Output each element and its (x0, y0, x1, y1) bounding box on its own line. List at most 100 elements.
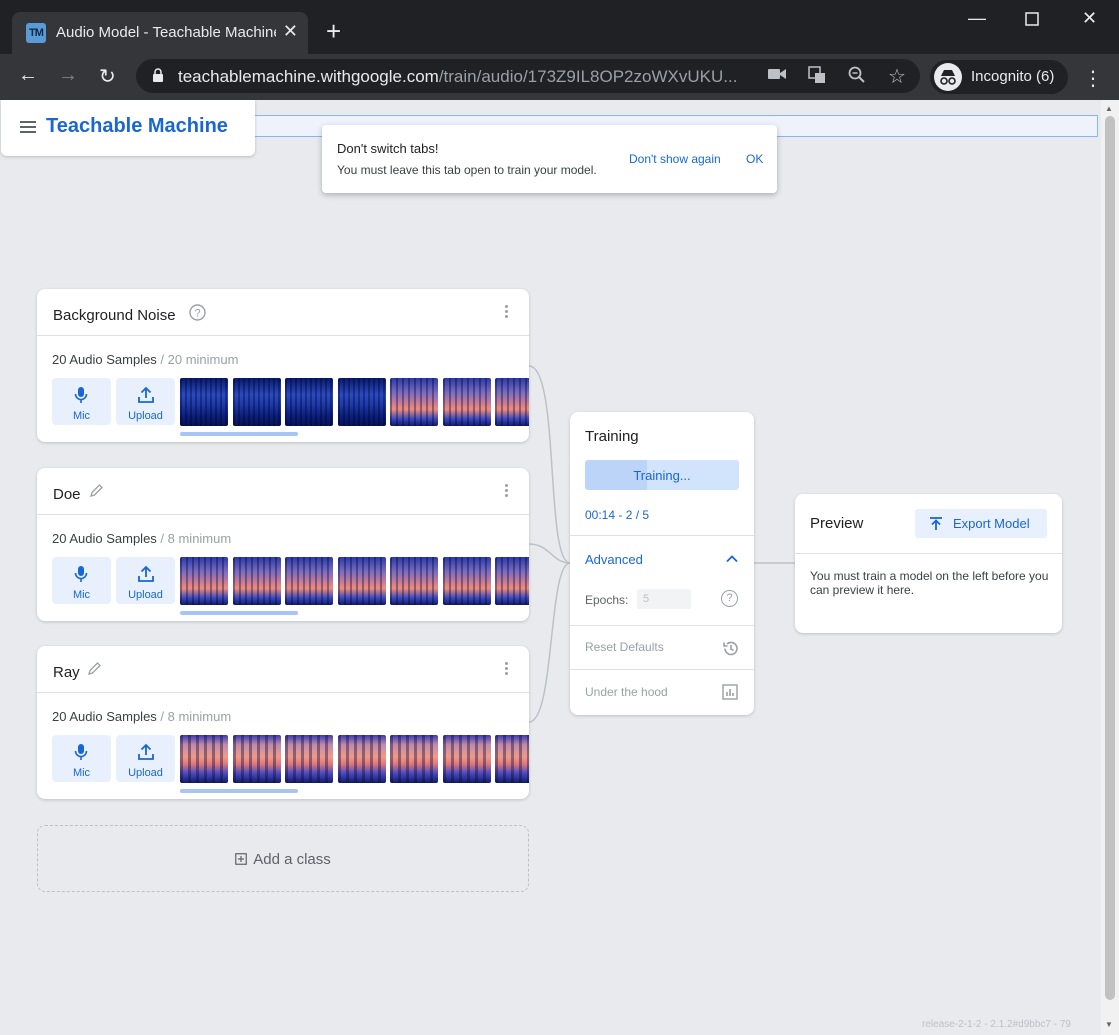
scrollbar-thumb[interactable] (1105, 116, 1115, 1000)
upload-button[interactable]: Upload (116, 378, 175, 425)
mic-icon (74, 387, 88, 403)
bookmark-star-icon[interactable]: ☆ (888, 64, 906, 89)
tab-close-icon[interactable]: ✕ (283, 21, 298, 42)
class-name[interactable]: Doe (53, 486, 81, 503)
sample-thumbnail[interactable] (390, 557, 438, 605)
maximize-icon[interactable] (1025, 10, 1039, 31)
sample-thumbnail[interactable] (338, 378, 386, 426)
page-canvas: Teachable Machine Don't switch tabs! You… (0, 100, 1101, 1035)
export-icon (930, 517, 942, 530)
sample-thumbnails (180, 735, 529, 783)
sample-thumbnail[interactable] (233, 557, 281, 605)
add-class-button[interactable]: Add a class (37, 825, 529, 892)
reload-icon[interactable]: ↻ (99, 64, 116, 89)
sample-thumbnail[interactable] (443, 557, 491, 605)
sample-thumbnail[interactable] (233, 735, 281, 783)
sample-thumbnail[interactable] (495, 735, 529, 783)
forward-icon[interactable]: → (58, 64, 78, 87)
upload-icon (138, 565, 154, 582)
upload-label: Upload (128, 410, 163, 422)
page-scrollbar[interactable]: ▲ ▼ (1101, 100, 1119, 1035)
sample-thumbnail[interactable] (443, 378, 491, 426)
training-time-epoch: 00:14 - 2 / 5 (585, 508, 650, 522)
under-the-hood-button[interactable]: Under the hood (585, 685, 668, 699)
sample-thumbnail[interactable] (338, 735, 386, 783)
sample-thumbnail[interactable] (180, 735, 228, 783)
class-options-menu-icon[interactable] (505, 305, 509, 319)
release-version: release-2-1-2 - 2.1.2#d9bbc7 - 79 (922, 1019, 1071, 1030)
sample-thumbnail[interactable] (390, 378, 438, 426)
thumbnail-scroll-indicator[interactable] (180, 611, 298, 615)
samples-count: 20 Audio Samples / 8 minimum (52, 531, 232, 546)
preview-title: Preview (810, 515, 864, 532)
sample-thumbnail[interactable] (495, 557, 529, 605)
new-tab-icon[interactable]: + (326, 18, 341, 44)
upload-button[interactable]: Upload (116, 735, 175, 782)
browser-tab[interactable]: TM Audio Model - Teachable Machine ✕ (12, 12, 308, 54)
class-name[interactable]: Ray (53, 664, 80, 681)
minimize-icon[interactable]: — (968, 8, 986, 29)
close-window-icon[interactable]: ✕ (1082, 8, 1097, 29)
scroll-down-icon[interactable]: ▼ (1105, 1020, 1113, 1029)
browser-menu-icon[interactable]: ⋮ (1083, 66, 1103, 91)
train-model-button[interactable]: Training... (585, 460, 739, 490)
upload-icon (138, 743, 154, 760)
divider (795, 553, 1062, 554)
incognito-profile-button[interactable]: Incognito (6) (930, 60, 1068, 94)
teachable-machine-favicon-icon: TM (26, 23, 46, 43)
mic-label: Mic (72, 589, 91, 601)
sample-thumbnail[interactable] (285, 378, 333, 426)
training-panel: Training Training... 00:14 - 2 / 5 Advan… (570, 412, 754, 715)
thumbnail-scroll-indicator[interactable] (180, 432, 298, 436)
upload-button[interactable]: Upload (116, 557, 175, 604)
preview-message: You must train a model on the left befor… (810, 569, 1049, 597)
class-card-doe: Doe 20 Audio Samples / 8 minimum Mic Upl… (37, 468, 529, 621)
sample-thumbnail[interactable] (285, 735, 333, 783)
class-name: Background Noise (53, 307, 176, 324)
url-text: teachablemachine.withgoogle.com/train/au… (178, 67, 738, 86)
class-options-menu-icon[interactable] (505, 484, 509, 498)
sample-thumbnails (180, 557, 529, 605)
epochs-label: Epochs: (585, 593, 629, 607)
help-icon[interactable]: ? (189, 304, 206, 325)
address-bar[interactable]: teachablemachine.withgoogle.com/train/au… (136, 59, 920, 93)
mic-button[interactable]: Mic (52, 378, 111, 425)
add-box-icon (235, 852, 248, 869)
back-icon[interactable]: ← (18, 64, 38, 87)
export-model-button[interactable]: Export Model (915, 509, 1047, 538)
bar-chart-icon[interactable] (722, 684, 738, 703)
sample-thumbnail[interactable] (443, 735, 491, 783)
epochs-input[interactable]: 5 (637, 589, 691, 609)
sample-thumbnail[interactable] (233, 378, 281, 426)
class-card-header: Background Noise ? (37, 289, 529, 336)
sample-thumbnail[interactable] (495, 378, 529, 426)
sample-thumbnail[interactable] (338, 557, 386, 605)
mic-button[interactable]: Mic (52, 735, 111, 782)
sample-thumbnail[interactable] (180, 378, 228, 426)
samples-count: 20 Audio Samples / 8 minimum (52, 709, 232, 724)
chevron-up-icon[interactable] (725, 552, 739, 566)
lock-icon (153, 68, 163, 82)
divider (570, 625, 754, 626)
mic-label: Mic (72, 410, 91, 422)
reset-defaults-button[interactable]: Reset Defaults (585, 640, 664, 654)
edit-pencil-icon[interactable] (89, 483, 104, 502)
zoom-out-icon[interactable] (848, 66, 866, 89)
epochs-help-icon[interactable]: ? (721, 590, 738, 607)
sample-thumbnail[interactable] (390, 735, 438, 783)
edit-pencil-icon[interactable] (87, 661, 102, 680)
mic-icon (74, 566, 88, 582)
export-model-label: Export Model (953, 516, 1030, 531)
sample-thumbnail[interactable] (180, 557, 228, 605)
samples-count: 20 Audio Samples / 20 minimum (52, 352, 239, 367)
sample-thumbnail[interactable] (285, 557, 333, 605)
camera-blocked-icon[interactable] (768, 66, 786, 86)
class-options-menu-icon[interactable] (505, 662, 509, 676)
divider (570, 535, 754, 536)
mic-button[interactable]: Mic (52, 557, 111, 604)
history-icon[interactable] (722, 640, 739, 660)
thumbnail-scroll-indicator[interactable] (180, 789, 298, 793)
translate-icon[interactable] (808, 66, 826, 89)
scroll-up-icon[interactable]: ▲ (1105, 104, 1113, 113)
advanced-toggle[interactable]: Advanced (585, 552, 643, 567)
